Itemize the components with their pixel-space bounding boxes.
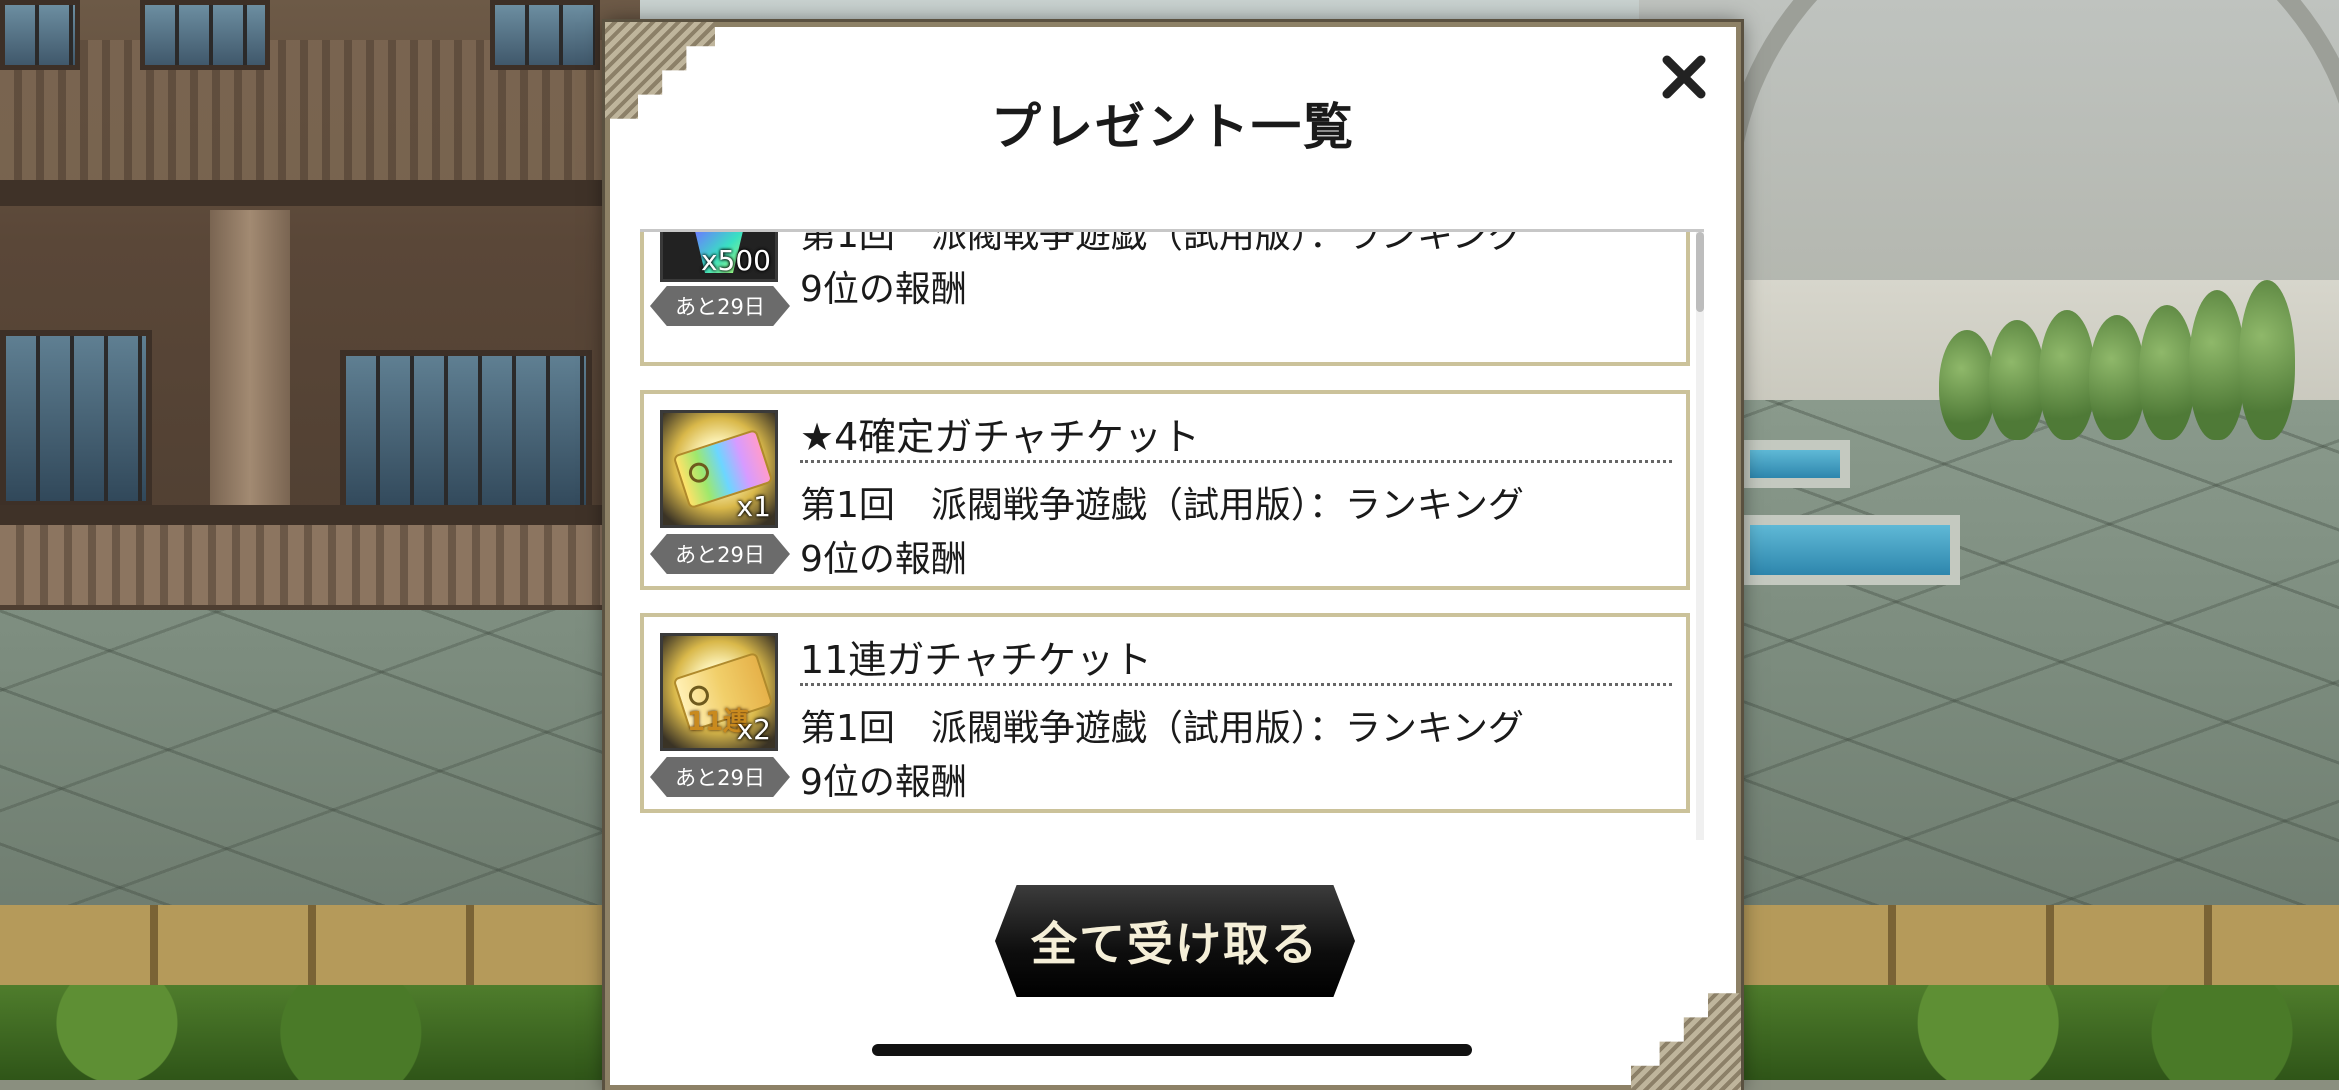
expiry-badge: あと29日 <box>650 534 790 574</box>
dialog-title: プレゼント一覧 <box>991 98 1355 156</box>
present-item[interactable]: 11連 x2 あと29日 11連ガチャチケット 第1回 派閥戦争遊戯（試用版）：… <box>640 613 1690 813</box>
tree <box>2139 305 2195 440</box>
tree <box>1939 330 1995 440</box>
tree <box>2239 280 2295 440</box>
corner-ornament <box>1631 993 1741 1090</box>
receive-all-label: 全て受け取る <box>1031 917 1319 971</box>
item-quantity: x2 <box>736 713 771 746</box>
item-description-line2: 9位の報酬 <box>800 762 967 803</box>
star4-gacha-ticket-icon: x1 <box>660 410 778 528</box>
item-description-line2: 9位の報酬 <box>800 539 967 580</box>
present-list-dialog: プレゼント一覧 x500 あと29日 第1回 派閥戦争遊戯（試用版）：ランキング… <box>605 22 1741 1090</box>
background-building-left <box>0 0 640 610</box>
receive-all-button[interactable]: 全て受け取る <box>995 885 1355 997</box>
window <box>340 350 592 517</box>
rail <box>0 505 640 527</box>
item-description: 第1回 派閥戦争遊戯（試用版）：ランキング <box>800 708 1524 749</box>
item-quantity: x500 <box>700 244 771 277</box>
item-description: 第1回 派閥戦争遊戯（試用版）：ランキング <box>800 229 1524 256</box>
trees <box>1939 270 2299 440</box>
pillar <box>210 210 290 510</box>
home-indicator[interactable] <box>872 1044 1472 1056</box>
window <box>140 0 270 70</box>
fountain-pool <box>1740 440 1850 488</box>
divider <box>800 460 1672 463</box>
present-item[interactable]: x500 あと29日 第1回 派閥戦争遊戯（試用版）：ランキング 9位の報酬 <box>640 229 1690 366</box>
window <box>490 0 600 70</box>
item-name: ★4確定ガチャチケット <box>800 415 1200 459</box>
expiry-badge: あと29日 <box>650 757 790 797</box>
window <box>0 0 80 70</box>
item-quantity: x1 <box>736 490 771 523</box>
ticket-emblem <box>686 460 712 486</box>
close-button[interactable] <box>1654 47 1714 107</box>
tree <box>2189 290 2245 440</box>
tree <box>2039 310 2095 440</box>
present-item[interactable]: x1 あと29日 ★4確定ガチャチケット 第1回 派閥戦争遊戯（試用版）：ランキ… <box>640 390 1690 590</box>
item-name: 11連ガチャチケット <box>800 638 1152 682</box>
item-description: 第1回 派閥戦争遊戯（試用版）：ランキング <box>800 485 1524 526</box>
rail <box>0 180 640 206</box>
present-list[interactable]: x500 あと29日 第1回 派閥戦争遊戯（試用版）：ランキング 9位の報酬 x… <box>640 229 1704 840</box>
tree <box>1989 320 2045 440</box>
expiry-badge: あと29日 <box>650 286 790 326</box>
11-gacha-ticket-icon: 11連 x2 <box>660 633 778 751</box>
close-icon <box>1662 55 1706 99</box>
divider <box>800 683 1672 686</box>
scrollbar[interactable] <box>1696 232 1704 840</box>
scroll-thumb[interactable] <box>1696 232 1704 312</box>
window <box>0 330 152 507</box>
crystal-icon: x500 <box>660 232 778 282</box>
railing <box>0 525 640 605</box>
item-description-line2: 9位の報酬 <box>800 269 967 310</box>
fountain-pool <box>1740 515 1960 585</box>
tree <box>2089 315 2145 440</box>
